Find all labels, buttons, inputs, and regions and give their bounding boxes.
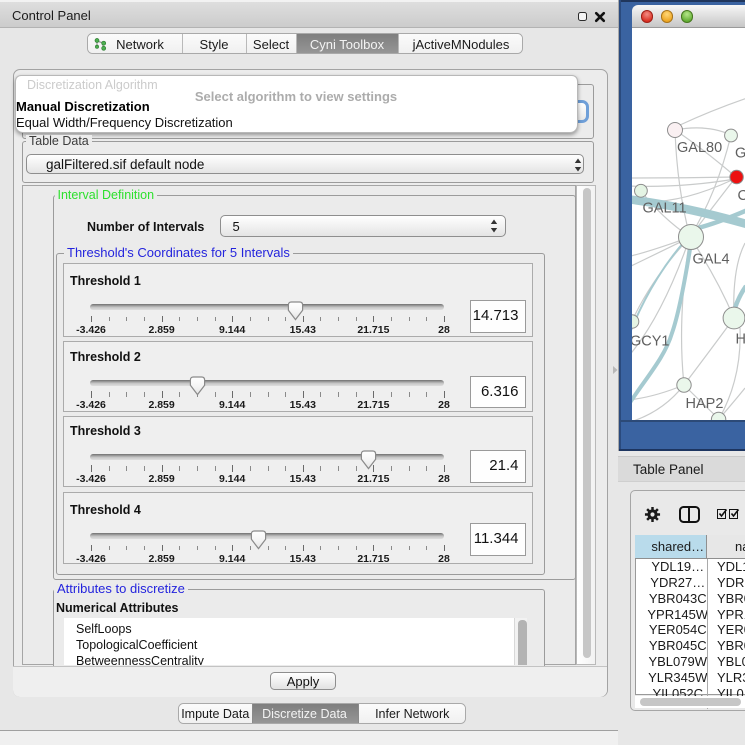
svg-text:GCY1: GCY1	[632, 333, 670, 349]
svg-text:HAP2: HAP2	[686, 396, 724, 412]
svg-text:HIS7: HIS7	[736, 331, 745, 347]
svg-text:GAL4: GAL4	[693, 251, 730, 267]
svg-text:GAL7: GAL7	[735, 145, 745, 161]
svg-text:GAL80: GAL80	[677, 140, 722, 156]
svg-text:CDC1: CDC1	[738, 188, 745, 204]
svg-text:GAL11: GAL11	[643, 200, 687, 216]
